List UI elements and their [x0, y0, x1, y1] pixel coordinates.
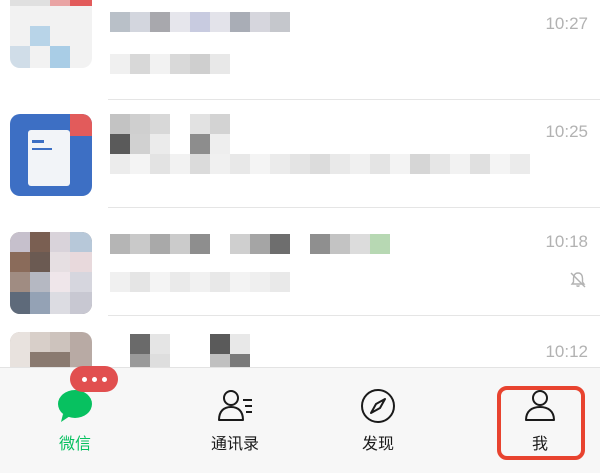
chat-time: 10:12 [545, 342, 588, 361]
chat-name-redacted [110, 234, 390, 254]
chat-name-redacted [110, 12, 290, 32]
highlight-box-me-tab [497, 386, 585, 460]
tab-discover[interactable]: 发现 [303, 368, 453, 473]
chat-name-redacted [110, 134, 230, 154]
chat-row[interactable]: 10:27 [0, 0, 600, 100]
chat-name-redacted [110, 114, 230, 134]
chat-preview-redacted [110, 272, 290, 292]
chat-bubble-icon [58, 390, 92, 422]
chat-preview-redacted [110, 54, 230, 74]
chat-avatar [10, 232, 92, 314]
mute-bell-icon [570, 272, 586, 288]
compass-icon [361, 389, 395, 423]
chat-preview-redacted [110, 154, 530, 174]
chat-list: 10:27 10:25 10:18 10:12 [0, 0, 600, 370]
contacts-icon [218, 390, 252, 421]
chat-time: 10:27 [545, 14, 588, 33]
tab-label: 微信 [58, 436, 91, 453]
tab-chats[interactable]: 微信 [0, 366, 150, 473]
chat-time: 10:25 [545, 122, 588, 141]
chat-time: 10:18 [545, 232, 588, 251]
tab-label: 发现 [361, 436, 394, 453]
chat-row[interactable]: 10:12 [0, 316, 600, 370]
tab-label: 通讯录 [210, 436, 259, 453]
chat-row[interactable]: 10:18 [0, 208, 600, 316]
chat-name-redacted [110, 334, 250, 354]
chat-avatar [10, 114, 92, 196]
unread-badge [70, 366, 118, 392]
chat-avatar [10, 0, 92, 68]
chat-avatar [10, 332, 92, 370]
tab-contacts[interactable]: 通讯录 [160, 368, 310, 473]
chat-row[interactable]: 10:25 [0, 100, 600, 208]
